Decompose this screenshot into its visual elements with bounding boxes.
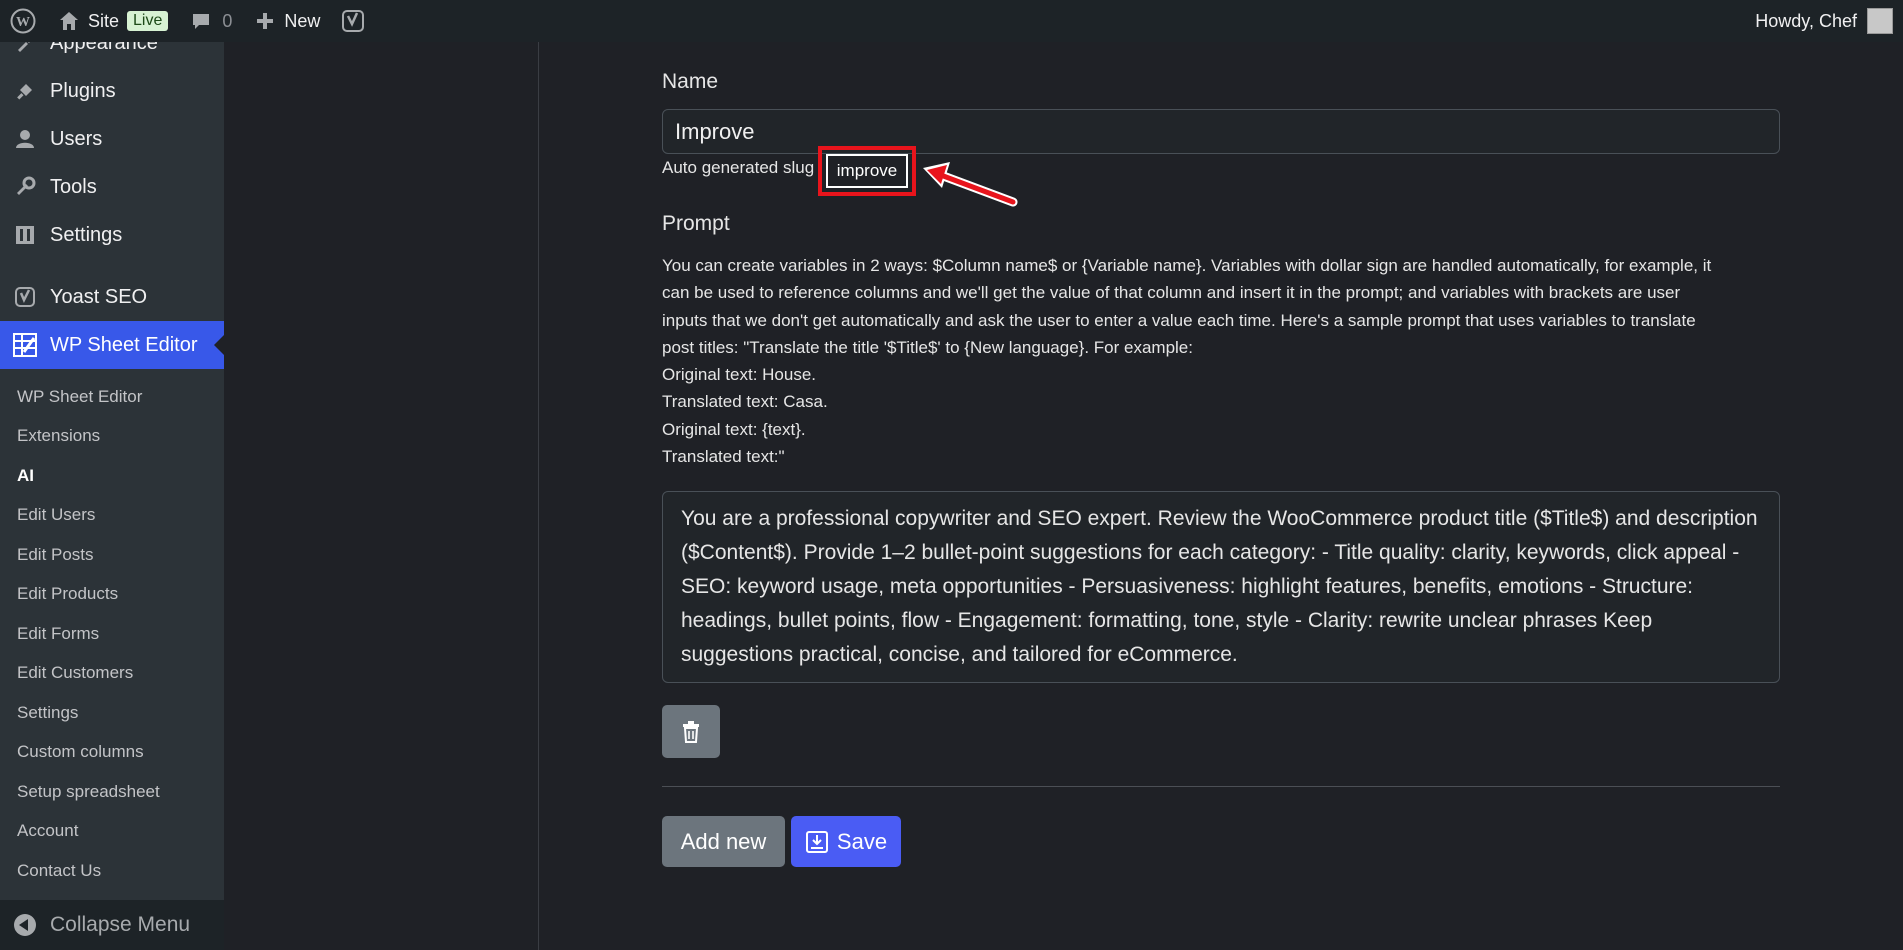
- menu-label: Tools: [50, 175, 97, 198]
- section-divider: [662, 786, 1780, 787]
- trash-icon: [683, 720, 699, 743]
- menu-appearance[interactable]: Appearance: [0, 42, 224, 67]
- yoast-icon: [340, 8, 366, 34]
- live-badge: Live: [127, 11, 169, 31]
- menu-plugins[interactable]: Plugins: [0, 67, 224, 115]
- new-label: New: [284, 10, 321, 31]
- howdy-label: Howdy, Chef: [1755, 10, 1857, 31]
- my-account-menu[interactable]: Howdy, Chef: [1755, 8, 1903, 34]
- menu-label: Appearance: [50, 42, 158, 54]
- collapse-menu-button[interactable]: Collapse Menu: [0, 900, 224, 950]
- spreadsheet-icon: [10, 330, 40, 360]
- wordpress-logo-button[interactable]: W: [0, 0, 46, 42]
- menu-yoast-seo[interactable]: Yoast SEO: [0, 273, 224, 321]
- help-line: inputs that we don't get automatically a…: [662, 310, 1696, 330]
- submenu-ai[interactable]: AI: [0, 456, 224, 496]
- submenu-edit-customers[interactable]: Edit Customers: [0, 654, 224, 694]
- submenu-contact-us[interactable]: Contact Us: [0, 851, 224, 891]
- save-icon: [805, 830, 828, 853]
- red-arrow-annotation: [923, 162, 1018, 207]
- submenu-edit-users[interactable]: Edit Users: [0, 496, 224, 536]
- avatar: [1867, 8, 1893, 34]
- comment-icon: [188, 8, 214, 34]
- submenu-wp-sheet-editor[interactable]: WP Sheet Editor: [0, 377, 224, 417]
- content-divider: [538, 42, 539, 950]
- name-input-value: Improve: [675, 118, 755, 144]
- prompt-textarea[interactable]: You are a professional copywriter and SE…: [662, 491, 1780, 683]
- prompt-label: Prompt: [662, 212, 730, 235]
- yoast-icon: [10, 282, 40, 312]
- submenu-account[interactable]: Account: [0, 812, 224, 852]
- submenu-edit-forms[interactable]: Edit Forms: [0, 614, 224, 654]
- name-label: Name: [662, 70, 719, 93]
- menu-settings[interactable]: Settings: [0, 211, 224, 259]
- help-line: Translated text: Casa.: [662, 392, 828, 412]
- help-line: can be used to reference columns and we'…: [662, 283, 1681, 303]
- submenu-setup-spreadsheet[interactable]: Setup spreadsheet: [0, 772, 224, 812]
- collapse-label: Collapse Menu: [50, 913, 191, 936]
- help-line: post titles: "Translate the title '$Titl…: [662, 337, 1193, 357]
- slug-value: improve: [826, 154, 908, 188]
- wp-sheet-editor-submenu: WP Sheet Editor Extensions AI Edit Users…: [0, 369, 224, 895]
- slug-prefix: Auto generated slug: [662, 158, 815, 177]
- menu-label: Yoast SEO: [50, 285, 148, 308]
- submenu-extensions[interactable]: Extensions: [0, 417, 224, 457]
- submenu-settings[interactable]: Settings: [0, 693, 224, 733]
- prompt-textarea-value: You are a professional copywriter and SE…: [681, 507, 1758, 666]
- admin-bar: W Site Live 0 New Howdy, Chef: [0, 0, 1903, 42]
- help-line: Translated text:": [662, 447, 785, 467]
- menu-tools[interactable]: Tools: [0, 163, 224, 211]
- site-label: Site: [88, 10, 120, 31]
- slug-line: Auto generated slug: [662, 158, 814, 178]
- svg-text:W: W: [16, 15, 30, 30]
- new-content-button[interactable]: New: [242, 0, 330, 42]
- plugin-icon: [10, 76, 40, 106]
- help-line: Original text: {text}.: [662, 419, 806, 439]
- prompt-help-text: You can create variables in 2 ways: $Col…: [662, 252, 1787, 470]
- wordpress-icon: W: [10, 8, 36, 34]
- wrench-icon: [10, 172, 40, 202]
- plus-icon: [252, 8, 278, 34]
- submenu-edit-posts[interactable]: Edit Posts: [0, 535, 224, 575]
- submenu-edit-products[interactable]: Edit Products: [0, 575, 224, 615]
- menu-label: Plugins: [50, 79, 116, 102]
- delete-button[interactable]: [662, 705, 720, 758]
- menu-label: Users: [50, 127, 103, 150]
- help-line: You can create variables in 2 ways: $Col…: [662, 256, 1712, 275]
- settings-icon: [10, 220, 40, 250]
- site-menu-button[interactable]: Site Live: [46, 0, 178, 42]
- save-label: Save: [836, 828, 888, 854]
- paintbrush-icon: [10, 42, 40, 58]
- comments-count: 0: [222, 10, 233, 31]
- home-icon: [56, 8, 82, 34]
- yoast-adminbar-button[interactable]: [330, 0, 376, 42]
- menu-label: WP Sheet Editor: [50, 333, 198, 356]
- submenu-custom-columns[interactable]: Custom columns: [0, 733, 224, 773]
- menu-users[interactable]: Users: [0, 115, 224, 163]
- help-line: Original text: House.: [662, 365, 817, 385]
- menu-wp-sheet-editor[interactable]: WP Sheet Editor: [0, 321, 224, 369]
- add-new-button[interactable]: Add new: [662, 816, 785, 867]
- collapse-arrow-icon: [14, 914, 36, 936]
- admin-sidebar: Appearance Plugins Users Tools Settings …: [0, 42, 224, 950]
- save-button[interactable]: Save: [791, 816, 901, 867]
- users-icon: [10, 124, 40, 154]
- comments-button[interactable]: 0: [178, 0, 242, 42]
- menu-label: Settings: [50, 223, 123, 246]
